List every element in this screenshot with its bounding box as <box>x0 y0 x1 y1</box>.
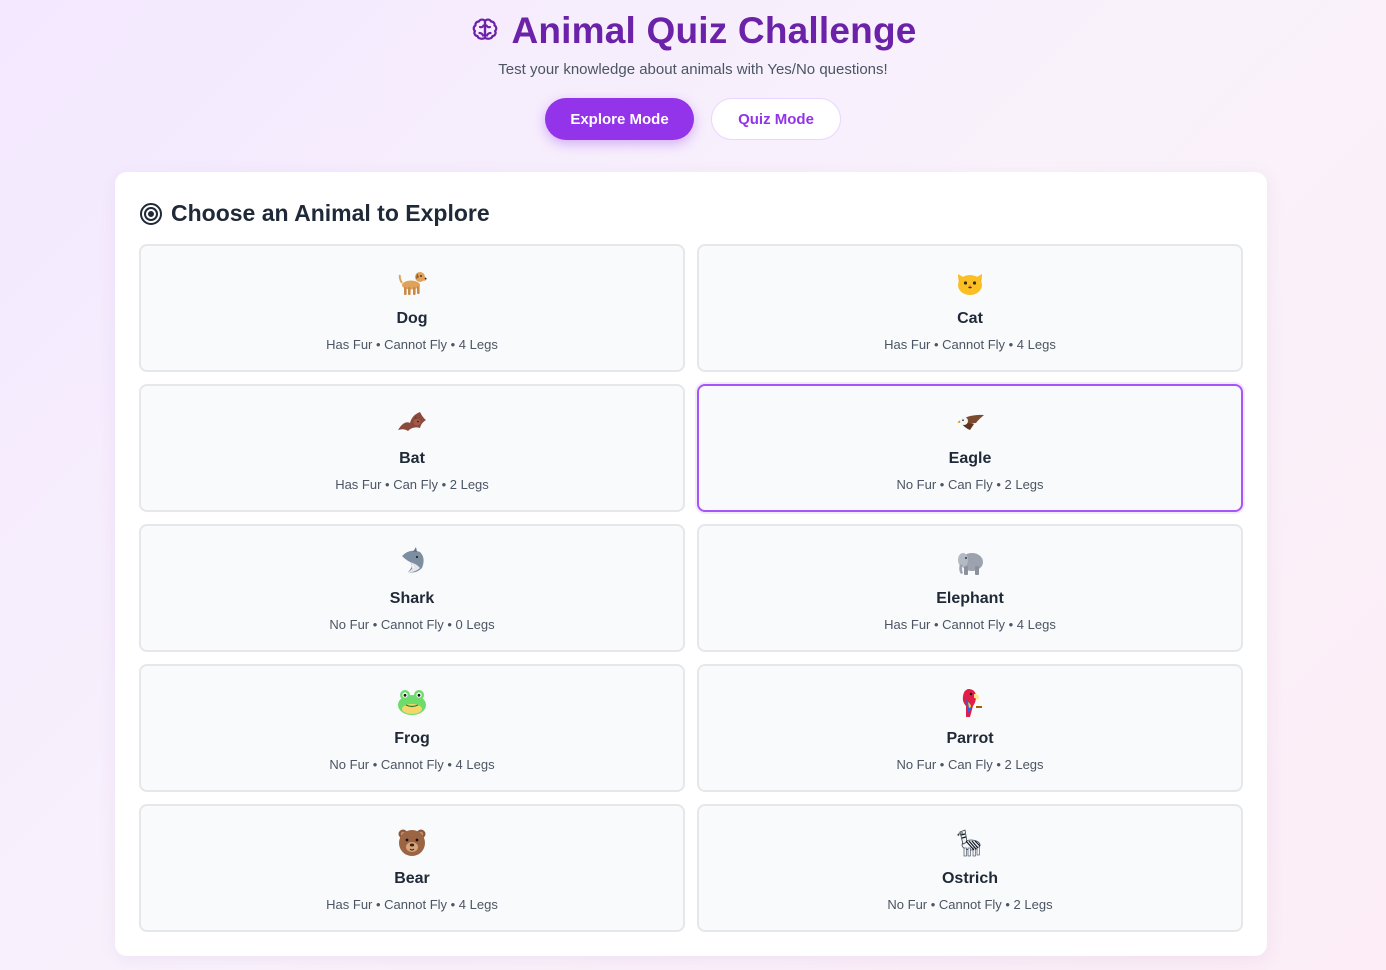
animal-traits: Has Fur • Cannot Fly • 4 Legs <box>326 337 498 352</box>
page-subtitle: Test your knowledge about animals with Y… <box>498 61 888 78</box>
page-title: Animal Quiz Challenge <box>511 10 917 51</box>
animal-name: Dog <box>396 310 428 327</box>
animal-card-eagle[interactable]: Eagle No Fur • Can Fly • 2 Legs <box>697 384 1243 512</box>
animal-card-bat[interactable]: Bat Has Fur • Can Fly • 2 Legs <box>139 384 685 512</box>
panel-heading: Choose an Animal to Explore <box>139 200 490 227</box>
animal-card-dog[interactable]: Dog Has Fur • Cannot Fly • 4 Legs <box>139 244 685 372</box>
animal-name: Parrot <box>946 730 994 747</box>
animal-name: Elephant <box>936 590 1004 607</box>
parrot-icon <box>699 686 1241 720</box>
eagle-icon <box>699 406 1241 440</box>
bear-icon <box>141 826 683 860</box>
animal-card-cat[interactable]: Cat Has Fur • Cannot Fly • 4 Legs <box>697 244 1243 372</box>
animal-traits: No Fur • Cannot Fly • 2 Legs <box>887 897 1053 912</box>
target-icon <box>139 202 163 226</box>
animal-card-shark[interactable]: Shark No Fur • Cannot Fly • 0 Legs <box>139 524 685 652</box>
explore-mode-button[interactable]: Explore Mode <box>545 98 694 140</box>
animal-name: Bat <box>399 450 425 467</box>
animal-traits: No Fur • Cannot Fly • 0 Legs <box>329 617 495 632</box>
animal-traits: Has Fur • Cannot Fly • 4 Legs <box>884 337 1056 352</box>
explore-panel: Choose an Animal to Explore Dog Has Fur … <box>115 172 1267 956</box>
animal-traits: Has Fur • Cannot Fly • 4 Legs <box>326 897 498 912</box>
animal-card-elephant[interactable]: Elephant Has Fur • Cannot Fly • 4 Legs <box>697 524 1243 652</box>
animal-name: Shark <box>389 590 435 607</box>
animal-name: Cat <box>957 310 983 327</box>
bat-icon <box>141 406 683 440</box>
zebra-icon <box>699 826 1241 860</box>
shark-icon <box>141 546 683 580</box>
animal-name: Frog <box>394 730 430 747</box>
animal-traits: No Fur • Can Fly • 2 Legs <box>896 477 1044 492</box>
mode-switcher: Explore Mode Quiz Mode <box>0 98 1386 140</box>
animal-name: Eagle <box>948 450 992 467</box>
app-header: Animal Quiz Challenge Test your knowledg… <box>0 0 1386 170</box>
animal-name: Bear <box>394 870 430 887</box>
animal-card-bear[interactable]: Bear Has Fur • Cannot Fly • 4 Legs <box>139 804 685 932</box>
animal-traits: No Fur • Cannot Fly • 4 Legs <box>329 757 495 772</box>
animal-grid: Dog Has Fur • Cannot Fly • 4 Legs Cat Ha… <box>139 244 1243 932</box>
title-row: Animal Quiz Challenge <box>0 10 1386 52</box>
panel-title: Choose an Animal to Explore <box>171 200 490 226</box>
animal-traits: Has Fur • Can Fly • 2 Legs <box>335 477 489 492</box>
cat-icon <box>699 266 1241 300</box>
dog-icon <box>141 266 683 300</box>
elephant-icon <box>699 546 1241 580</box>
frog-icon <box>141 686 683 720</box>
animal-card-ostrich[interactable]: Ostrich No Fur • Cannot Fly • 2 Legs <box>697 804 1243 932</box>
animal-card-parrot[interactable]: Parrot No Fur • Can Fly • 2 Legs <box>697 664 1243 792</box>
animal-name: Ostrich <box>941 870 998 887</box>
animal-traits: No Fur • Can Fly • 2 Legs <box>896 757 1044 772</box>
animal-traits: Has Fur • Cannot Fly • 4 Legs <box>884 617 1056 632</box>
animal-card-frog[interactable]: Frog No Fur • Cannot Fly • 4 Legs <box>139 664 685 792</box>
brain-icon <box>469 15 501 47</box>
quiz-mode-button[interactable]: Quiz Mode <box>711 98 841 140</box>
